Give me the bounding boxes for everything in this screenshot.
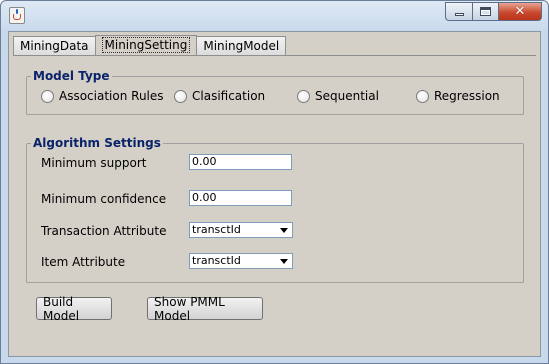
chevron-down-icon[interactable]: [280, 259, 288, 264]
client-area: MiningData MiningSetting MiningModel Mod…: [8, 31, 541, 357]
min-confidence-field[interactable]: 0.00: [189, 190, 292, 206]
show-pmml-model-button[interactable]: Show PMML Model: [147, 295, 263, 323]
radio-button[interactable]: [41, 89, 54, 103]
model-type-group: Model Type Association Rules Clasificati…: [26, 69, 524, 115]
tab-label: MiningData: [20, 39, 89, 53]
minimize-button[interactable]: [445, 2, 472, 21]
radio-label: Regression: [434, 89, 500, 103]
min-support-label: Minimum support: [41, 156, 147, 170]
close-button[interactable]: ✕: [498, 2, 542, 21]
tab-mining-setting[interactable]: MiningSetting: [94, 35, 198, 55]
radio-label: Clasification: [192, 89, 266, 103]
radio-button[interactable]: [174, 89, 187, 103]
window-controls: ✕: [445, 2, 542, 22]
maximize-button[interactable]: [472, 2, 498, 21]
algorithm-settings-group: Algorithm Settings Minimum support 0.00 …: [26, 136, 524, 283]
radio-sequential[interactable]: Sequential: [297, 89, 379, 103]
tab-mining-data[interactable]: MiningData: [13, 36, 96, 55]
tab-label: MiningSetting: [101, 37, 191, 53]
chevron-down-icon[interactable]: [280, 228, 288, 233]
tab-label: MiningModel: [203, 39, 280, 53]
radio-label: Association Rules: [59, 89, 164, 103]
java-icon[interactable]: [9, 7, 25, 24]
application-window: ✕ MiningData MiningSetting MiningModel M…: [0, 0, 549, 364]
title-bar[interactable]: ✕: [1, 1, 548, 31]
algorithm-settings-title: Algorithm Settings: [31, 136, 163, 150]
minimize-icon: [454, 13, 464, 16]
tab-bar: MiningData MiningSetting MiningModel: [13, 35, 287, 55]
item-attribute-label: Item Attribute: [41, 255, 126, 269]
combo-value: transctId: [192, 223, 241, 236]
model-type-title: Model Type: [31, 69, 112, 83]
radio-label: Sequential: [315, 89, 379, 103]
tab-mining-model[interactable]: MiningModel: [196, 36, 287, 55]
radio-regression[interactable]: Regression: [416, 89, 500, 103]
radio-association-rules[interactable]: Association Rules: [41, 89, 164, 103]
radio-button[interactable]: [297, 89, 310, 103]
radio-clasification[interactable]: Clasification: [174, 89, 265, 103]
tab-panel-border: [13, 55, 536, 56]
build-model-button[interactable]: Build Model: [36, 295, 112, 323]
radio-button[interactable]: [416, 89, 429, 103]
transaction-attribute-select[interactable]: transctId: [189, 222, 293, 238]
transaction-attribute-label: Transaction Attribute: [41, 224, 167, 238]
close-icon: ✕: [514, 4, 526, 19]
min-support-field[interactable]: 0.00: [189, 154, 292, 170]
java-cup: [13, 14, 21, 20]
min-confidence-label: Minimum confidence: [41, 192, 167, 206]
maximize-icon: [480, 7, 491, 16]
combo-value: transctId: [192, 254, 241, 267]
item-attribute-select[interactable]: transctId: [189, 253, 293, 269]
